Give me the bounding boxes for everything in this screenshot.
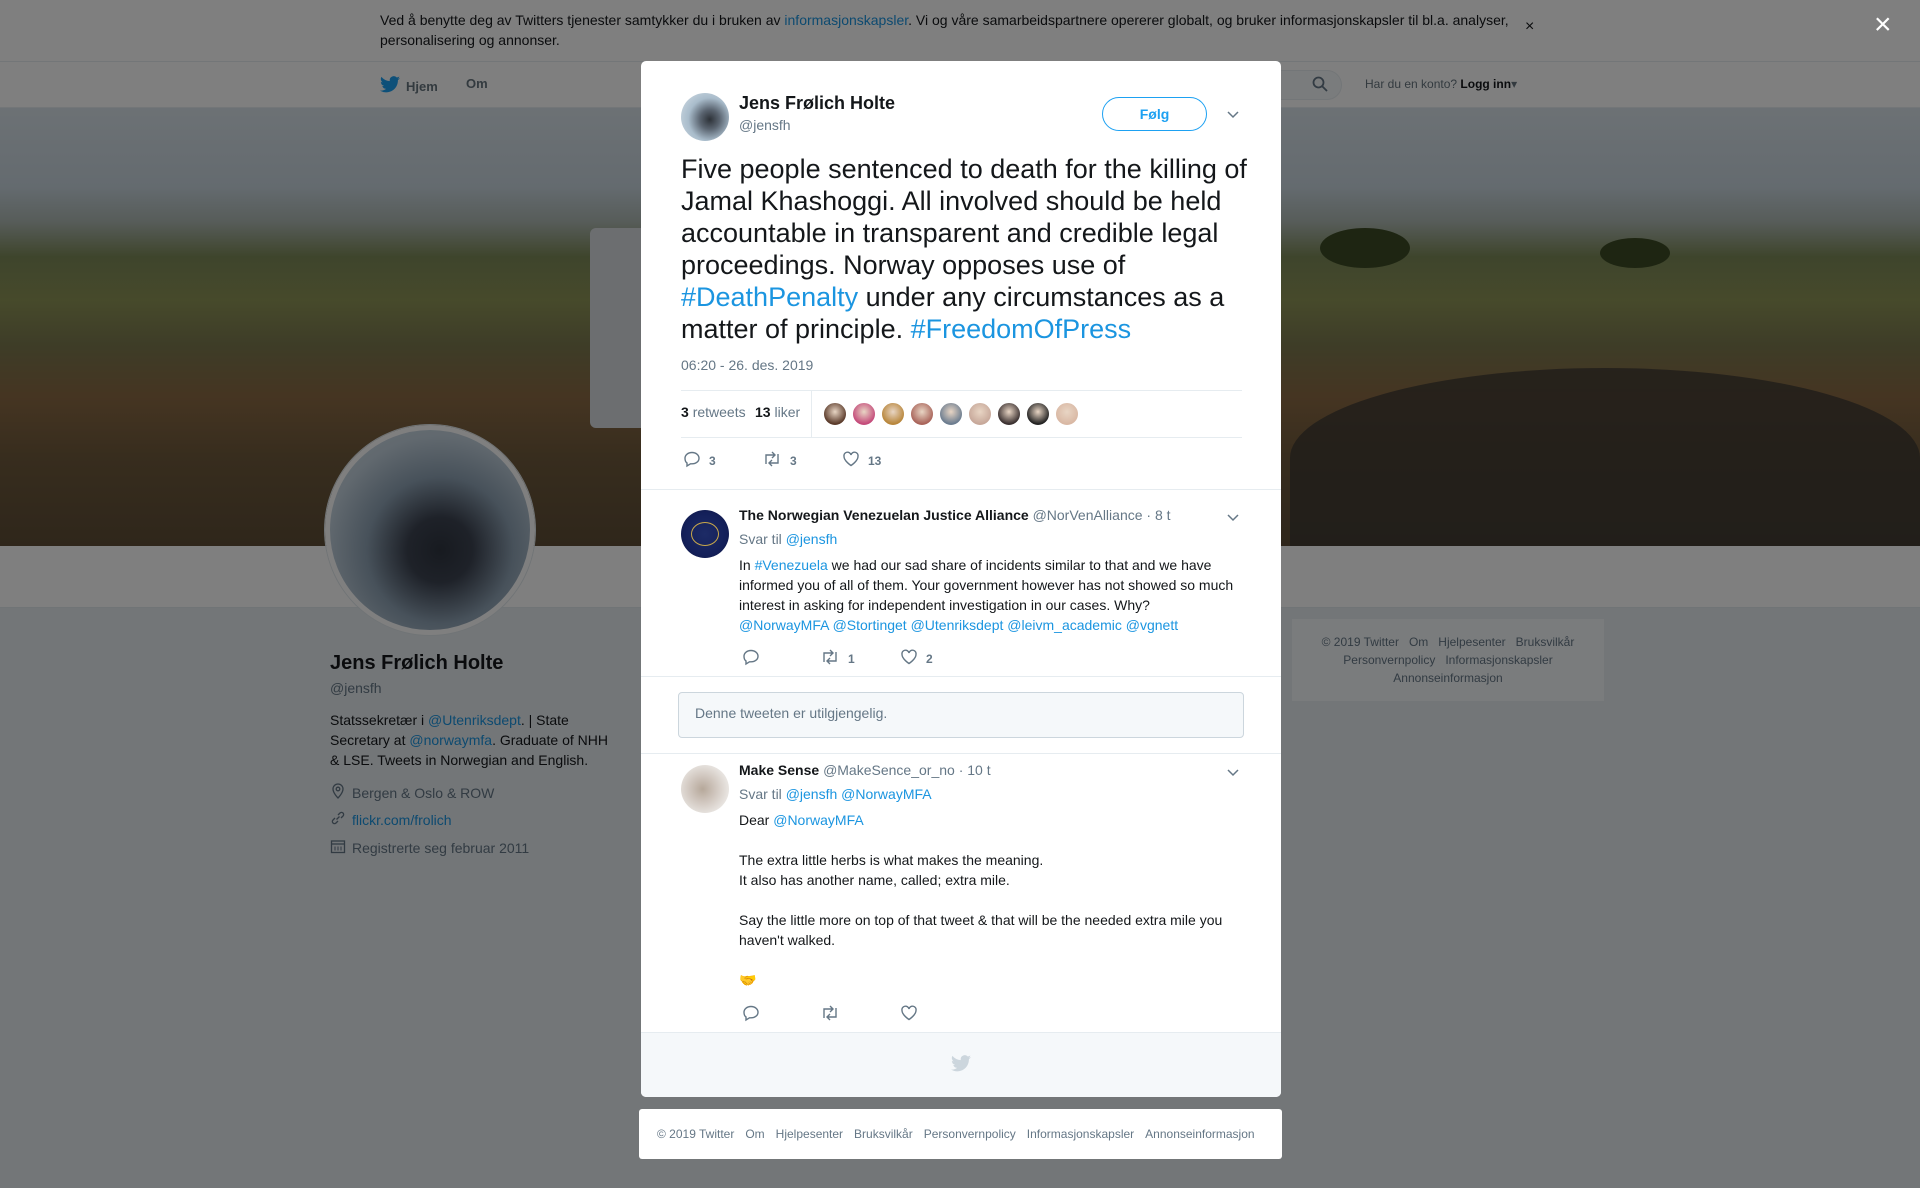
hashtag-venezuela[interactable]: #Venezuela: [755, 557, 828, 573]
reply-author-handle[interactable]: @MakeSence_or_no: [823, 762, 955, 778]
retweets-stat[interactable]: 3 retweets: [681, 404, 746, 420]
modal-footer: [641, 1032, 1281, 1097]
like-action[interactable]: [900, 1004, 918, 1025]
reply-action[interactable]: [742, 648, 768, 669]
reply-icon: [742, 1004, 760, 1025]
liker-avatar[interactable]: [881, 402, 905, 426]
divider: [641, 753, 1281, 754]
heart-icon: [900, 648, 918, 669]
retweet-icon: [820, 648, 840, 669]
liker-avatar[interactable]: [852, 402, 876, 426]
tweet-modal: Jens Frølich Holte @jensfh Følg Five peo…: [641, 61, 1281, 1097]
retweet-icon: [762, 450, 782, 471]
footer-link[interactable]: © 2019 Twitter: [657, 1127, 734, 1141]
retweet-action[interactable]: [820, 1004, 840, 1025]
reply-author-name[interactable]: Make Sense: [739, 762, 819, 778]
tweet-stats: 3 retweets 13 liker: [681, 390, 1242, 438]
reply-action[interactable]: 3: [683, 450, 716, 471]
close-icon[interactable]: ×: [1874, 10, 1892, 40]
reply-author-name[interactable]: The Norwegian Venezuelan Justice Allianc…: [739, 507, 1029, 523]
reply-mention[interactable]: @NorwayMFA: [773, 812, 863, 828]
liker-avatar[interactable]: [939, 402, 963, 426]
reply-icon: [683, 450, 701, 471]
reply-to-mention[interactable]: @jensfh @NorwayMFA: [786, 786, 932, 802]
hashtag-freedomofpress[interactable]: #FreedomOfPress: [911, 314, 1132, 344]
likes-stat[interactable]: 13 liker: [755, 404, 800, 420]
heart-icon: [842, 450, 860, 471]
bottom-footer: © 2019 Twitter Om Hjelpesenter Bruksvilk…: [639, 1109, 1282, 1159]
reply-author-avatar[interactable]: [681, 510, 729, 558]
twitter-bird-icon: [951, 1055, 971, 1077]
chevron-down-icon[interactable]: [1225, 509, 1241, 525]
retweet-action[interactable]: 1: [820, 648, 855, 669]
chevron-down-icon[interactable]: [1225, 764, 1241, 780]
footer-link[interactable]: Hjelpesenter: [776, 1127, 843, 1141]
liker-avatar[interactable]: [823, 402, 847, 426]
footer-link[interactable]: Bruksvilkår: [854, 1127, 913, 1141]
footer-link[interactable]: Personvernpolicy: [924, 1127, 1016, 1141]
reply-text: Dear @NorwayMFA The extra little herbs i…: [739, 812, 1223, 988]
reply-to: Svar til @jensfh: [739, 531, 838, 547]
reply-to: Svar til @jensfh @NorwayMFA: [739, 786, 932, 802]
reply-icon: [742, 648, 760, 669]
tweet-text: Five people sentenced to death for the k…: [681, 154, 1247, 344]
footer-link[interactable]: Om: [745, 1127, 764, 1141]
footer-link[interactable]: Annonseinformasjon: [1145, 1127, 1254, 1141]
liker-avatar[interactable]: [997, 402, 1021, 426]
tweet-author-avatar[interactable]: [681, 93, 729, 141]
liker-avatar[interactable]: [1055, 402, 1079, 426]
follow-button[interactable]: Følg: [1102, 97, 1207, 131]
tweet-author-name[interactable]: Jens Frølich Holte: [739, 93, 895, 114]
handshake-emoji: 🤝: [739, 972, 757, 988]
reply-author-avatar[interactable]: [681, 765, 729, 813]
reply-author: Make Sense @MakeSence_or_no · 10 t: [739, 762, 991, 778]
liker-avatar[interactable]: [1026, 402, 1050, 426]
reply-action[interactable]: [742, 1004, 760, 1025]
retweet-action[interactable]: 3: [762, 450, 797, 471]
divider: [641, 676, 1281, 677]
like-action[interactable]: 2: [900, 648, 933, 669]
reply-mentions[interactable]: @NorwayMFA @Stortinget @Utenriksdept @le…: [739, 617, 1178, 633]
stats-divider: [811, 391, 812, 437]
tweet-author-handle[interactable]: @jensfh: [739, 117, 791, 133]
liker-avatar[interactable]: [910, 402, 934, 426]
divider: [641, 489, 1281, 490]
hashtag-deathpenalty[interactable]: #DeathPenalty: [681, 282, 858, 312]
seal-icon: [691, 522, 719, 546]
reply-author: The Norwegian Venezuelan Justice Allianc…: [739, 507, 1171, 523]
tweet-timestamp[interactable]: 06:20 - 26. des. 2019: [681, 357, 813, 373]
like-action[interactable]: 13: [842, 450, 881, 471]
footer-link[interactable]: Informasjonskapsler: [1027, 1127, 1134, 1141]
reply-time[interactable]: · 10 t: [959, 762, 991, 778]
retweet-icon: [820, 1004, 840, 1025]
unavailable-tweet: Denne tweeten er utilgjengelig.: [678, 692, 1244, 738]
reply-time[interactable]: · 8 t: [1146, 507, 1170, 523]
chevron-down-icon[interactable]: [1225, 106, 1241, 122]
liker-avatar[interactable]: [968, 402, 992, 426]
reply-to-mention[interactable]: @jensfh: [786, 531, 838, 547]
heart-icon: [900, 1004, 918, 1025]
reply-text: In #Venezuela we had our sad share of in…: [739, 557, 1234, 633]
reply-author-handle[interactable]: @NorVenAlliance: [1033, 507, 1143, 523]
